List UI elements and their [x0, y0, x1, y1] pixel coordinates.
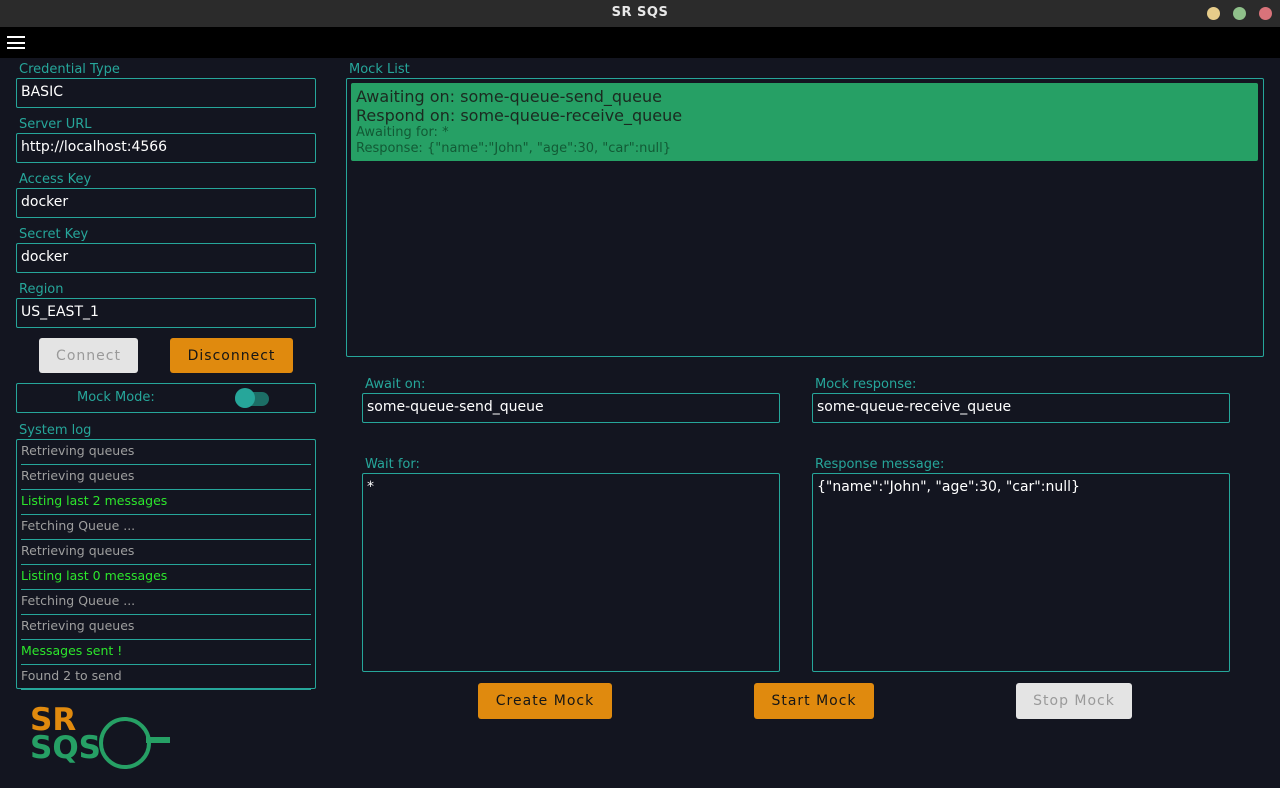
- log-item: Retrieving queues: [21, 540, 311, 565]
- mock-list-item[interactable]: Awaiting on: some-queue-send_queue Respo…: [351, 83, 1258, 161]
- await-on-label: Await on:: [365, 377, 426, 392]
- wait-for-textarea[interactable]: *: [362, 473, 780, 672]
- log-item: Retrieving queues: [21, 615, 311, 640]
- menu-bar: [0, 27, 1280, 58]
- minimize-button[interactable]: [1207, 7, 1220, 20]
- response-message-textarea[interactable]: {"name":"John", "age":30, "car":null}: [812, 473, 1230, 672]
- window-title: SR SQS: [611, 5, 669, 20]
- mock-list-label: Mock List: [349, 62, 410, 77]
- mock-response-label: Mock response:: [815, 377, 917, 392]
- mock-mode-row: Mock Mode:: [16, 383, 316, 413]
- mock-respond-on: Respond on: some-queue-receive_queue: [356, 106, 683, 125]
- mock-response: Response: {"name":"John", "age":30, "car…: [356, 141, 672, 156]
- server-url-label: Server URL: [19, 117, 92, 132]
- maximize-button[interactable]: [1233, 7, 1246, 20]
- connect-button[interactable]: Connect: [39, 338, 138, 373]
- await-on-input[interactable]: some-queue-send_queue: [362, 393, 780, 423]
- access-key-label: Access Key: [19, 172, 92, 187]
- log-item: Fetching Queue ...: [21, 515, 311, 540]
- response-message-label: Response message:: [815, 457, 945, 472]
- app-logo: SR SQS: [28, 700, 173, 772]
- server-url-input[interactable]: http://localhost:4566: [16, 133, 316, 163]
- wait-for-label: Wait for:: [365, 457, 420, 472]
- stop-mock-button[interactable]: Stop Mock: [1016, 683, 1132, 719]
- create-mock-button[interactable]: Create Mock: [478, 683, 612, 719]
- mock-awaiting-for: Awaiting for: *: [356, 125, 449, 140]
- mock-awaiting-on: Awaiting on: some-queue-send_queue: [356, 87, 662, 106]
- logo-text-sqs: SQS: [30, 730, 101, 766]
- mock-mode-label: Mock Mode:: [77, 390, 155, 405]
- mock-mode-toggle-thumb[interactable]: [235, 388, 255, 408]
- credential-type-label: Credential Type: [19, 62, 120, 77]
- region-select[interactable]: US_EAST_1: [16, 298, 316, 328]
- log-item: Listing last 2 messages: [21, 490, 311, 515]
- log-item: Retrieving queues: [21, 440, 311, 465]
- log-item: Listing last 0 messages: [21, 565, 311, 590]
- log-item: Retrieving queues: [21, 465, 311, 490]
- log-item: Messages sent !: [21, 640, 311, 665]
- window-titlebar: SR SQS: [0, 0, 1280, 27]
- hamburger-menu-icon[interactable]: [7, 36, 25, 49]
- log-item: Found 2 to send: [21, 665, 311, 690]
- disconnect-button[interactable]: Disconnect: [170, 338, 293, 373]
- start-mock-button[interactable]: Start Mock: [754, 683, 874, 719]
- region-label: Region: [19, 282, 64, 297]
- mock-list-panel: Awaiting on: some-queue-send_queue Respo…: [346, 78, 1264, 357]
- logo-plug-icon: SR SQS: [30, 702, 170, 769]
- system-log-label: System log: [19, 423, 92, 438]
- secret-key-label: Secret Key: [19, 227, 89, 242]
- system-log-panel: Retrieving queues Retrieving queues List…: [16, 439, 316, 690]
- close-button[interactable]: [1259, 7, 1272, 20]
- log-item: Fetching Queue ...: [21, 590, 311, 615]
- access-key-input[interactable]: docker: [16, 188, 316, 218]
- credential-type-select[interactable]: BASIC: [16, 78, 316, 108]
- secret-key-input[interactable]: docker: [16, 243, 316, 273]
- mock-response-input[interactable]: some-queue-receive_queue: [812, 393, 1230, 423]
